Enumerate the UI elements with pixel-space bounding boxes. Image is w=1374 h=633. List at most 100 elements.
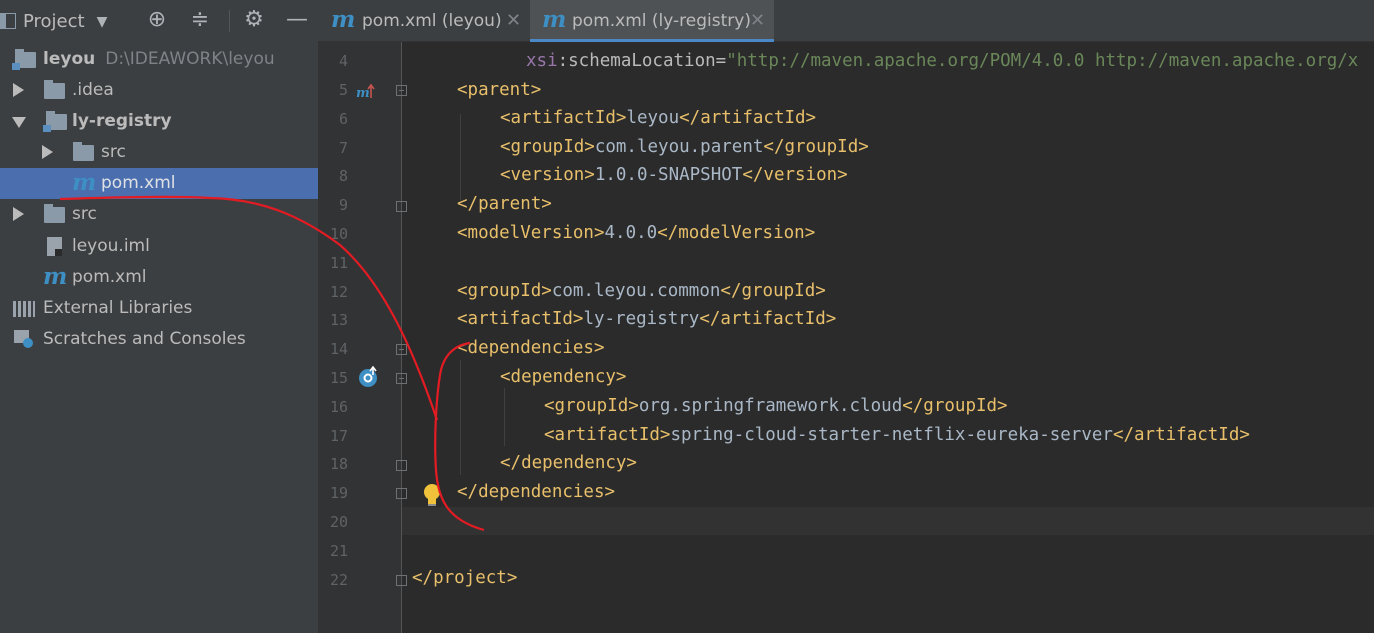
tree-item-src[interactable]: src [0,137,318,168]
xml-tag: <dependencies> [457,338,605,358]
tree-item-src[interactable]: src [0,199,318,230]
code-line-19: </dependencies> [457,478,615,506]
xml-tag: </artifactId> [1112,425,1250,445]
tree-item-label: External Libraries [43,298,193,318]
xml-tag: <version> [500,165,595,185]
xml-text: org.springframework.cloud [638,396,903,416]
lightbulb-icon[interactable] [422,483,442,507]
collapse-all-icon[interactable]: ≑ [186,8,214,32]
line-number: 4 [338,52,348,70]
expand-arrow-icon[interactable] [13,83,24,97]
xml-text: com.leyou.parent [594,137,764,157]
line-number: 15 [329,369,348,387]
collapse-arrow-icon[interactable] [12,117,26,128]
tree-item-pom-xml-selected[interactable]: m pom.xml [0,168,318,199]
xml-tag: <groupId> [500,137,595,157]
xml-tag: </groupId> [720,281,826,301]
xml-text: leyou [626,108,680,128]
code-editor[interactable]: xsi:schemaLocation="http://maven.apache.… [402,42,1374,633]
indent-guide [460,114,461,200]
line-number: 5 [338,81,348,99]
line-number: 13 [329,311,348,329]
code-line-10: <modelVersion>4.0.0</modelVersion> [457,219,815,247]
line-number: 7 [338,139,348,157]
editor-gutter[interactable]: 4 5 6 7 8 9 10 11 12 13 14 15 16 17 18 1… [318,42,407,633]
attribute-value: "http://maven.apache.org/POM/4.0.0 http:… [726,51,1359,71]
module-folder-icon [43,111,67,132]
maven-file-icon: m [43,263,68,290]
line-number: 18 [329,455,348,473]
tree-item-idea[interactable]: .idea [0,75,318,106]
code-line-6: <artifactId>leyou</artifactId> [500,104,816,132]
code-line-8: <version>1.0.0-SNAPSHOT</version> [500,161,848,189]
code-line-13: <artifactId>ly-registry</artifactId> [457,305,836,333]
maven-file-icon: m [72,169,97,196]
xml-tag: <artifactId> [544,425,671,445]
chevron-down-icon[interactable]: ▼ [88,10,116,34]
tab-label: pom.xml (leyou) [362,11,502,31]
locate-target-icon[interactable]: ⊕ [143,8,171,32]
project-view-icon[interactable] [0,13,16,29]
tree-item-label: .idea [72,80,114,100]
tree-item-leyou[interactable]: leyou D:\IDEAWORK\leyou [0,44,318,75]
folder-icon [44,204,65,223]
expand-arrow-icon[interactable] [42,145,53,159]
line-number: 17 [329,427,348,445]
dependency-nav-icon[interactable] [358,366,380,388]
code-line-18: </dependency> [500,449,637,477]
xml-text: 4.0.0 [604,223,658,243]
xml-tag: </groupId> [902,396,1008,416]
tree-item-leyou-iml[interactable]: leyou.iml [0,231,318,262]
xml-tag: </version> [742,165,848,185]
maven-parent-nav-icon[interactable]: m [356,82,376,100]
xml-tag: </groupId> [763,137,869,157]
editor-tab-bar: m pom.xml (leyou) ✕ m pom.xml (ly-regist… [318,0,1374,42]
tree-item-label: pom.xml [101,173,176,193]
line-number: 19 [329,484,348,502]
folder-icon [73,142,94,161]
tree-item-label: Scratches and Consoles [43,329,246,349]
code-line-12: <groupId>com.leyou.common</groupId> [457,277,826,305]
line-number: 6 [338,110,348,128]
tab-label: pom.xml (ly-registry) [572,11,751,31]
line-number: 21 [329,542,348,560]
xml-text: ly-registry [583,309,700,329]
code-line-5: <parent> [457,76,541,104]
expand-arrow-icon[interactable] [13,207,24,221]
code-line-4: xsi:schemaLocation="http://maven.apache.… [526,47,1358,75]
tree-item-pom-xml[interactable]: m pom.xml [0,262,318,293]
indent-guide [504,388,505,446]
tree-item-ly-registry[interactable]: ly-registry [0,106,318,137]
line-number: 12 [329,283,348,301]
xml-tag: <groupId> [544,396,639,416]
module-path: D:\IDEAWORK\leyou [105,49,275,69]
xml-tag: </parent> [457,194,552,214]
line-number: 14 [329,340,348,358]
maven-file-icon: m [331,6,356,33]
project-view-selector[interactable]: Project [23,11,85,32]
tree-item-scratches[interactable]: Scratches and Consoles [0,324,318,355]
xml-tag: <groupId> [457,281,552,301]
tab-pom-ly-registry[interactable]: m pom.xml (ly-registry) ✕ [530,0,774,42]
xml-tag: <artifactId> [500,108,627,128]
code-line-17: <artifactId>spring-cloud-starter-netflix… [544,421,1250,449]
code-line-14: <dependencies> [457,334,605,362]
tree-item-label: ly-registry [72,111,172,131]
code-line-20-caret[interactable] [402,507,1374,535]
xml-tag: <artifactId> [457,309,584,329]
attribute-name: :schemaLocation= [557,51,727,71]
tab-pom-leyou[interactable]: m pom.xml (leyou) ✕ [318,0,528,42]
hide-panel-icon[interactable]: — [283,8,311,32]
project-tool-window: Project ▼ ⊕ ≑ ⚙ — leyou D:\IDEAWORK\leyou… [0,0,318,633]
xml-tag: </dependencies> [457,482,616,502]
xml-text: 1.0.0-SNAPSHOT [594,165,743,185]
close-icon[interactable]: ✕ [750,10,765,31]
scratches-icon [14,330,33,348]
line-number: 10 [329,225,348,243]
gear-icon[interactable]: ⚙ [240,8,268,32]
code-line-16: <groupId>org.springframework.cloud</grou… [544,392,1008,420]
xml-text: com.leyou.common [551,281,721,301]
close-icon[interactable]: ✕ [506,10,521,31]
xml-tag: </dependency> [500,453,637,473]
tree-item-external-libraries[interactable]: External Libraries [0,293,318,324]
